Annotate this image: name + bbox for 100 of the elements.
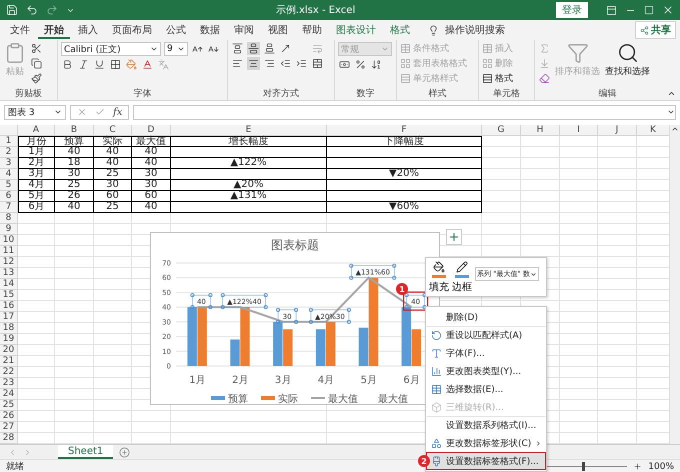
row-header[interactable]: 5 bbox=[0, 180, 18, 191]
row-header[interactable]: 12 bbox=[0, 257, 18, 268]
column-header[interactable]: C bbox=[94, 125, 132, 136]
row-header[interactable]: 9 bbox=[0, 224, 18, 235]
sheet-tab[interactable]: Sheet1 bbox=[58, 445, 114, 459]
label-selection-frame[interactable] bbox=[349, 264, 396, 280]
ribbon-tab[interactable]: 格式 bbox=[384, 21, 416, 39]
column-header[interactable]: K bbox=[637, 125, 670, 136]
name-box[interactable]: 图表 3 bbox=[4, 104, 66, 120]
ribbon-tab[interactable]: 图表设计 bbox=[330, 21, 382, 39]
outline-button[interactable]: 边框 bbox=[452, 261, 472, 294]
copy-button[interactable] bbox=[30, 57, 43, 70]
row-header[interactable]: 11 bbox=[0, 246, 18, 257]
increase-indent-button[interactable] bbox=[295, 57, 308, 70]
row-header[interactable]: 4 bbox=[0, 169, 18, 180]
ribbon-tab[interactable]: 审阅 bbox=[228, 21, 260, 39]
cube-icon bbox=[430, 402, 442, 412]
tell-me-label[interactable]: 操作说明搜索 bbox=[445, 23, 505, 37]
ribbon-tab[interactable]: 帮助 bbox=[296, 21, 328, 39]
top-align-button[interactable] bbox=[231, 42, 244, 55]
row-header[interactable]: 27 bbox=[0, 422, 18, 433]
percent-button[interactable] bbox=[354, 58, 367, 71]
decrease-indent-button[interactable] bbox=[279, 57, 292, 70]
vertical-scrollbar[interactable] bbox=[669, 125, 680, 444]
insert-function-button[interactable]: fx bbox=[113, 106, 122, 118]
ribbon-button[interactable]: 格式 bbox=[482, 72, 513, 85]
underline-button[interactable] bbox=[93, 58, 106, 71]
row-header[interactable]: 2 bbox=[0, 147, 18, 158]
row-header[interactable]: 28 bbox=[0, 433, 18, 444]
ribbon-tab[interactable]: 插入 bbox=[72, 21, 104, 39]
font-size-select[interactable]: 9 bbox=[164, 42, 188, 56]
column-header[interactable]: G bbox=[482, 125, 521, 136]
column-header[interactable]: I bbox=[560, 125, 598, 136]
row-header[interactable]: 7 bbox=[0, 202, 18, 213]
format-painter-button[interactable] bbox=[30, 72, 43, 85]
row-header[interactable]: 26 bbox=[0, 411, 18, 422]
row-header[interactable]: 10 bbox=[0, 235, 18, 246]
row-header[interactable]: 3 bbox=[0, 158, 18, 169]
merge-button[interactable] bbox=[311, 57, 324, 70]
label-selection-frame[interactable] bbox=[220, 293, 268, 310]
font-color-button[interactable] bbox=[141, 58, 154, 71]
border-button[interactable] bbox=[109, 58, 122, 71]
ribbon-tab[interactable]: 文件 bbox=[4, 21, 36, 39]
row-header[interactable]: 1 bbox=[0, 136, 18, 147]
sign-in-button[interactable]: 登录 bbox=[556, 2, 588, 18]
align-center-button[interactable] bbox=[247, 57, 260, 70]
scroll-up-icon[interactable] bbox=[671, 125, 679, 133]
row-header[interactable]: 25 bbox=[0, 400, 18, 411]
row-header[interactable]: 8 bbox=[0, 213, 18, 224]
empty-cell bbox=[560, 301, 598, 312]
column-header[interactable]: F bbox=[327, 125, 482, 136]
zoom-thumb[interactable] bbox=[582, 462, 586, 471]
formula-input[interactable] bbox=[133, 104, 676, 120]
row-header[interactable]: 14 bbox=[0, 279, 18, 290]
align-left-button[interactable] bbox=[231, 57, 244, 70]
zoom-percent[interactable]: 100% bbox=[648, 462, 674, 472]
cut-button[interactable] bbox=[30, 42, 43, 55]
label-selection-frame[interactable] bbox=[308, 308, 351, 324]
italic-button[interactable] bbox=[77, 58, 90, 71]
bottom-align-button[interactable] bbox=[263, 42, 276, 55]
row-header[interactable]: 24 bbox=[0, 389, 18, 400]
row-header[interactable]: 23 bbox=[0, 378, 18, 389]
collapse-ribbon-icon[interactable] bbox=[667, 89, 676, 98]
decimal-button[interactable] bbox=[370, 58, 383, 71]
ribbon-tab[interactable]: 页面布局 bbox=[106, 21, 158, 39]
ribbon-tab[interactable]: 视图 bbox=[262, 21, 294, 39]
label-selection-frame[interactable] bbox=[190, 293, 212, 310]
row-header[interactable]: 18 bbox=[0, 323, 18, 334]
row-header[interactable]: 16 bbox=[0, 301, 18, 312]
font-select[interactable]: Calibri (正文) bbox=[61, 42, 161, 56]
orientation-button[interactable] bbox=[279, 42, 292, 55]
row-header[interactable]: 21 bbox=[0, 356, 18, 367]
row-header[interactable]: 15 bbox=[0, 290, 18, 301]
column-header[interactable]: H bbox=[521, 125, 560, 136]
column-header[interactable]: J bbox=[598, 125, 637, 136]
menu-item[interactable]: 重设以匹配样式(A) bbox=[426, 326, 546, 344]
column-header[interactable]: E bbox=[171, 125, 327, 136]
align-right-button[interactable] bbox=[263, 57, 276, 70]
column-header[interactable]: A bbox=[18, 125, 55, 136]
row-header[interactable]: 19 bbox=[0, 334, 18, 345]
fill-color-button[interactable] bbox=[125, 58, 138, 71]
ribbon-button[interactable]: 查找和选择 bbox=[604, 42, 651, 78]
menu-item[interactable]: 设置数据系列格式(I)... bbox=[426, 416, 546, 434]
add-sheet-icon[interactable] bbox=[119, 446, 130, 458]
row-header[interactable]: 20 bbox=[0, 345, 18, 356]
label-selection-frame[interactable] bbox=[276, 308, 298, 324]
row-header[interactable]: 13 bbox=[0, 268, 18, 279]
column-header[interactable]: B bbox=[55, 125, 94, 136]
ribbon-tab[interactable]: 数据 bbox=[194, 21, 226, 39]
ribbon-tab[interactable]: 公式 bbox=[160, 21, 192, 39]
share-button[interactable]: 共享 bbox=[635, 21, 676, 39]
row-header[interactable]: 17 bbox=[0, 312, 18, 323]
menu-item[interactable]: 设置数据标签格式(F)... bbox=[426, 452, 546, 470]
add-chart-element-button[interactable] bbox=[446, 229, 462, 245]
menu-item[interactable]: 更改数据标签形状(C) bbox=[426, 434, 546, 452]
row-header[interactable]: 22 bbox=[0, 367, 18, 378]
column-header[interactable]: D bbox=[132, 125, 171, 136]
row-header[interactable]: 6 bbox=[0, 191, 18, 202]
clear-button[interactable] bbox=[538, 72, 551, 85]
middle-align-button[interactable] bbox=[247, 42, 260, 55]
